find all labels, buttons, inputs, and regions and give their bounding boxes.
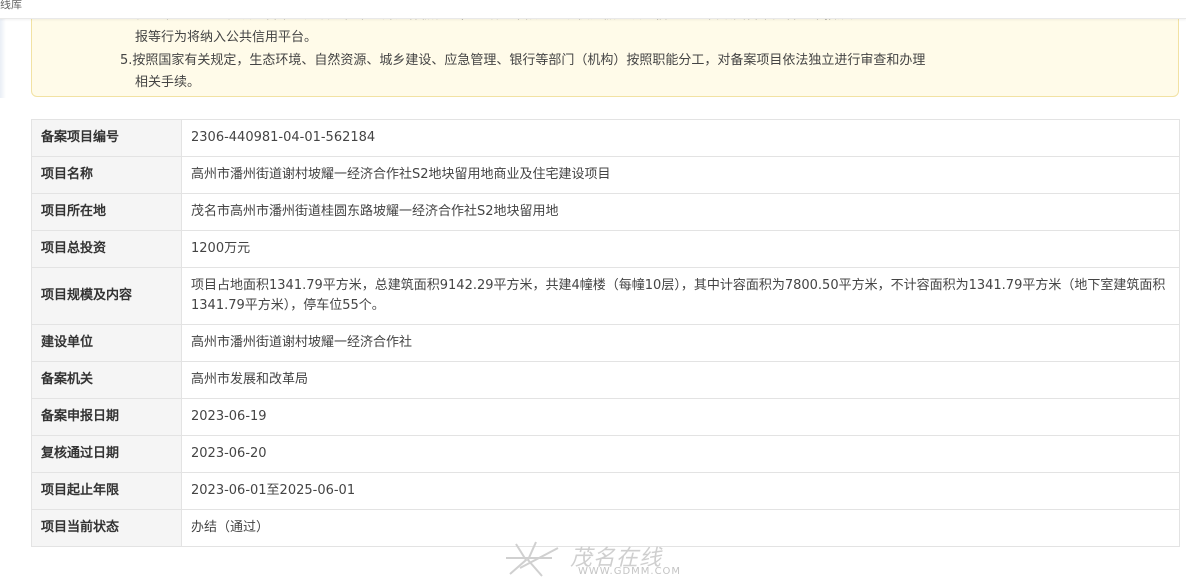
table-row: 复核通过日期 2023-06-20 [31, 435, 1180, 473]
filing-authority-value: 高州市发展和改革局 [181, 361, 1180, 399]
field-label: 备案申报日期 [31, 398, 182, 436]
builder-value: 高州市潘州街道谢村坡耀一经济合作社 [181, 324, 1180, 362]
project-code-value: 2306-440981-04-01-562184 [181, 119, 1180, 157]
table-row: 项目总投资 1200万元 [31, 230, 1180, 268]
field-label: 项目规模及内容 [31, 267, 182, 325]
field-label: 复核通过日期 [31, 435, 182, 473]
table-row: 备案机关 高州市发展和改革局 [31, 361, 1180, 399]
field-label: 项目起止年限 [31, 472, 182, 510]
table-row: 建设单位 高州市潘州街道谢村坡耀一经济合作社 [31, 324, 1180, 362]
table-row: 备案申报日期 2023-06-19 [31, 398, 1180, 436]
table-row: 项目起止年限 2023-06-01至2025-06-01 [31, 472, 1180, 510]
table-row: 项目所在地 茂名市高州市潘州街道桂圆东路坡耀一经济合作社S2地块留用地 [31, 193, 1180, 231]
project-investment-value: 1200万元 [181, 230, 1180, 268]
top-bar: 线库 [0, 0, 1186, 19]
field-label: 备案机关 [31, 361, 182, 399]
notice-line-3: 5.按照国家有关规定，生态环境、自然资源、城乡建设、应急管理、银行等部门（机构）… [120, 53, 926, 68]
field-label: 建设单位 [31, 324, 182, 362]
field-label: 项目当前状态 [31, 509, 182, 547]
table-row: 项目规模及内容 项目占地面积1341.79平方米，总建筑面积9142.29平方米… [31, 267, 1180, 325]
project-location-value: 茂名市高州市潘州街道桂圆东路坡耀一经济合作社S2地块留用地 [181, 193, 1180, 231]
star-logo-icon [506, 541, 559, 577]
period-value: 2023-06-01至2025-06-01 [181, 472, 1180, 510]
notice-line-4: 相关手续。 [135, 75, 201, 90]
field-label: 项目名称 [31, 156, 182, 194]
left-rail [0, 18, 6, 98]
table-row: 备案项目编号 2306-440981-04-01-562184 [31, 119, 1180, 157]
notice-line-2: 报等行为将纳入公共信用平台。 [135, 30, 318, 45]
review-date-value: 2023-06-20 [181, 435, 1180, 473]
filing-date-value: 2023-06-19 [181, 398, 1180, 436]
project-name-value: 高州市潘州街道谢村坡耀一经济合作社S2地块留用地商业及住宅建设项目 [181, 156, 1180, 194]
table-row: 项目名称 高州市潘州街道谢村坡耀一经济合作社S2地块留用地商业及住宅建设项目 [31, 156, 1180, 194]
watermark: 茂名在线 WWW.GDMM.COM [498, 538, 698, 580]
field-label: 项目所在地 [31, 193, 182, 231]
breadcrumb[interactable]: 线库 [0, 0, 22, 12]
project-scale-value: 项目占地面积1341.79平方米，总建筑面积9142.29平方米，共建4幢楼（每… [181, 267, 1180, 325]
field-label: 项目总投资 [31, 230, 182, 268]
field-label: 备案项目编号 [31, 119, 182, 157]
project-info-table: 备案项目编号 2306-440981-04-01-562184 项目名称 高州市… [31, 119, 1180, 547]
watermark-url: WWW.GDMM.COM [578, 566, 682, 577]
